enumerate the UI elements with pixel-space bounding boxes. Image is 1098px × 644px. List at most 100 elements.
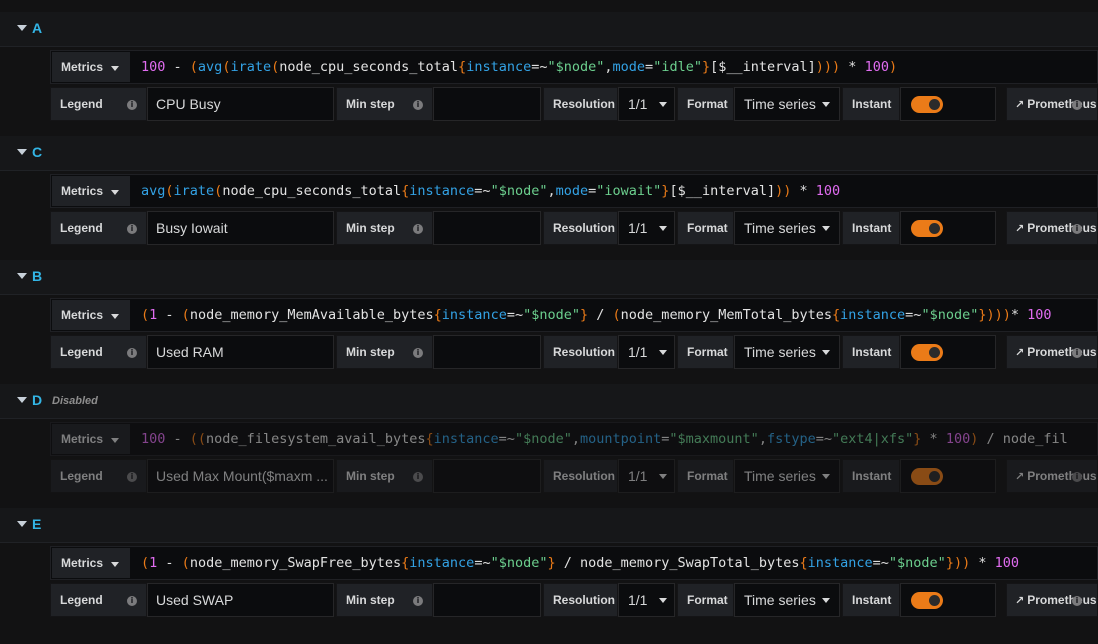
instant-toggle[interactable] <box>911 592 943 609</box>
query-header[interactable]: D Disabled <box>0 384 1098 419</box>
expr-token: mode <box>555 183 589 199</box>
metrics-expression-input[interactable]: (1 - (node_memory_SwapFree_bytes{instanc… <box>141 555 1019 571</box>
info-icon: i <box>127 596 137 606</box>
expr-token: * <box>791 183 816 199</box>
expr-token: irate <box>173 183 215 199</box>
metrics-dropdown[interactable]: Metrics <box>52 176 130 206</box>
format-select[interactable]: Time series <box>734 87 840 121</box>
resolution-select[interactable]: 1/1 <box>618 87 675 121</box>
min-step-input[interactable] <box>433 87 541 121</box>
instant-toggle[interactable] <box>911 344 943 361</box>
format-select[interactable]: Time series <box>734 459 840 493</box>
format-select[interactable]: Time series <box>734 211 840 245</box>
legend-input[interactable]: Used Max Mount($maxm ... <box>147 459 334 493</box>
toggle-knob <box>929 471 940 482</box>
datasource-link[interactable]: ↗ Prometheus i <box>1006 335 1098 369</box>
expr-token: , <box>571 431 580 447</box>
expr-token: ( <box>612 307 621 323</box>
expr-token: 100 <box>994 555 1019 571</box>
metrics-dropdown[interactable]: Metrics <box>52 52 130 82</box>
query-letter[interactable]: A <box>32 20 42 36</box>
resolution-select[interactable]: 1/1 <box>618 335 675 369</box>
chevron-down-icon <box>111 562 119 567</box>
caret-down-icon[interactable] <box>17 273 27 279</box>
caret-down-icon[interactable] <box>17 397 27 403</box>
chevron-down-icon <box>111 314 119 319</box>
format-select[interactable]: Time series <box>734 583 840 617</box>
expr-token: { <box>433 307 442 323</box>
format-value: Time series <box>744 220 816 236</box>
min-step-label: Min step <box>346 221 395 235</box>
metrics-dropdown[interactable]: Metrics <box>52 300 130 330</box>
format-label-cell: Format <box>677 87 734 121</box>
expr-token: * <box>970 555 995 571</box>
query-header[interactable]: C <box>0 136 1098 171</box>
resolution-select[interactable]: 1/1 <box>618 211 675 245</box>
format-select[interactable]: Time series <box>734 335 840 369</box>
expr-token: node_memory_MemAvailable_bytes <box>189 307 434 323</box>
metrics-dropdown[interactable]: Metrics <box>52 424 130 454</box>
instant-toggle[interactable] <box>911 220 943 237</box>
caret-down-icon[interactable] <box>17 521 27 527</box>
datasource-link[interactable]: ↗ Prometheus i <box>1006 87 1098 121</box>
expr-token: [$__interval] <box>669 183 776 199</box>
toggle-knob <box>929 347 940 358</box>
legend-label: Legend <box>60 469 103 483</box>
instant-toggle[interactable] <box>911 468 943 485</box>
legend-input[interactable]: Busy Iowait <box>147 211 334 245</box>
expr-token: "$node" <box>888 555 946 571</box>
chevron-down-icon <box>822 350 830 355</box>
legend-input[interactable]: Used SWAP <box>147 583 334 617</box>
datasource-link[interactable]: ↗ Prometheus i <box>1006 459 1098 493</box>
query-letter[interactable]: B <box>32 268 42 284</box>
min-step-input[interactable] <box>433 459 541 493</box>
expr-token: node_cpu_seconds_total <box>279 59 459 75</box>
query-header[interactable]: B <box>0 260 1098 295</box>
query-header[interactable]: A <box>0 12 1098 47</box>
expr-token: =~ <box>815 431 832 447</box>
metrics-expression-input[interactable]: avg(irate(node_cpu_seconds_total{instanc… <box>141 183 840 199</box>
datasource-link[interactable]: ↗ Prometheus i <box>1006 583 1098 617</box>
expr-token: = <box>645 59 654 75</box>
metrics-expression-input[interactable]: (1 - (node_memory_MemAvailable_bytes{ins… <box>141 307 1052 323</box>
metrics-label: Metrics <box>61 60 104 74</box>
query-header[interactable]: E <box>0 508 1098 543</box>
resolution-select[interactable]: 1/1 <box>618 583 675 617</box>
instant-toggle[interactable] <box>911 96 943 113</box>
legend-label: Legend <box>60 221 103 235</box>
chevron-down-icon <box>111 66 119 71</box>
expr-token: =~ <box>872 555 889 571</box>
min-step-input[interactable] <box>433 335 541 369</box>
instant-label-cell: Instant <box>842 335 900 369</box>
external-link-icon: ↗ <box>1015 594 1025 607</box>
legend-input[interactable]: Used RAM <box>147 335 334 369</box>
query-letter[interactable]: E <box>32 516 41 532</box>
toggle-knob <box>929 99 940 110</box>
expr-token: })) <box>945 555 971 571</box>
min-step-input[interactable] <box>433 211 541 245</box>
expr-token: "$node" <box>490 183 548 199</box>
min-step-input[interactable] <box>433 583 541 617</box>
legend-input[interactable]: CPU Busy <box>147 87 334 121</box>
caret-down-icon[interactable] <box>17 25 27 31</box>
resolution-label-cell: Resolution <box>543 583 618 617</box>
query-options-row: Legend i CPU Busy Min step i Resolution 1/1 For… <box>50 87 1098 123</box>
chevron-down-icon <box>822 226 830 231</box>
expr-token: =~ <box>474 183 491 199</box>
chevron-down-icon <box>822 474 830 479</box>
query-letter[interactable]: D <box>32 392 42 408</box>
datasource-name: Prometheus <box>1027 97 1097 111</box>
datasource-link[interactable]: ↗ Prometheus i <box>1006 211 1098 245</box>
expr-token: node_cpu_seconds_total <box>222 183 402 199</box>
caret-down-icon[interactable] <box>17 149 27 155</box>
resolution-select[interactable]: 1/1 <box>618 459 675 493</box>
metrics-dropdown[interactable]: Metrics <box>52 548 130 578</box>
metrics-expression-input[interactable]: 100 - ((node_filesystem_avail_bytes{inst… <box>141 431 1068 447</box>
expr-token: * <box>921 431 946 447</box>
expr-token: node_filesystem_avail_bytes <box>206 431 426 447</box>
expr-token: "$node" <box>547 59 605 75</box>
query-letter[interactable]: C <box>32 144 42 160</box>
expr-token: 100 <box>141 431 166 447</box>
format-label-cell: Format <box>677 583 734 617</box>
metrics-expression-input[interactable]: 100 - (avg(irate(node_cpu_seconds_total{… <box>141 59 897 75</box>
